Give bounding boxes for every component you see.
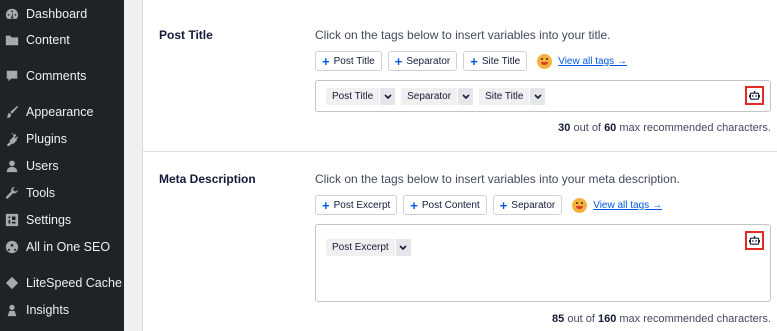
sidebar-item-label: All in One SEO — [26, 240, 111, 254]
chevron-down-icon[interactable] — [379, 88, 396, 105]
post-title-editor[interactable]: Post Title Separator Site Title — [315, 80, 771, 112]
counter-suffix: max recommended characters. — [619, 313, 771, 325]
comment-icon — [5, 69, 19, 83]
emoji-picker-icon[interactable] — [537, 53, 553, 69]
admin-sidebar: Dashboard Content Comments Appearance Pl… — [0, 0, 124, 331]
plus-icon: + — [470, 53, 478, 69]
section-divider — [143, 151, 777, 152]
meta-description-tag-row: + Post Excerpt + Post Content + Separato… — [315, 195, 662, 215]
insert-post-excerpt-tag-button[interactable]: + Post Excerpt — [315, 195, 398, 215]
post-title-char-counter: 30 out of 60 max recommended characters. — [558, 122, 771, 134]
tag-label: Post Title — [333, 55, 375, 67]
meta-description-instructions: Click on the tags below to insert variab… — [315, 172, 680, 186]
counter-out-of: out of — [573, 122, 601, 134]
sidebar-item-insights[interactable]: Insights — [0, 297, 124, 323]
counter-out-of: out of — [567, 313, 595, 325]
plus-icon: + — [322, 197, 330, 213]
tag-label: Separator — [406, 55, 451, 67]
tag-label: Post Content — [421, 199, 480, 211]
tag-label: Post Excerpt — [333, 199, 391, 211]
settings-icon — [5, 213, 19, 227]
view-all-tags-link[interactable]: View all tags → — [558, 56, 627, 67]
sidebar-item-label: Dashboard — [26, 7, 88, 21]
post-title-tag-row: + Post Title + Separator + Site Title Vi… — [315, 51, 627, 71]
chevron-down-icon[interactable] — [457, 88, 474, 105]
sidebar-item-comments[interactable]: Comments — [0, 63, 124, 89]
insert-site-title-tag-button[interactable]: + Site Title — [463, 51, 528, 71]
sidebar-item-tools[interactable]: Tools — [0, 180, 124, 206]
seo-settings-panel: Post Title Click on the tags below to in… — [142, 0, 777, 331]
diamond-icon — [5, 276, 19, 290]
sidebar-item-content[interactable]: Content — [0, 27, 124, 53]
char-count: 30 — [558, 122, 571, 134]
insert-separator-tag-button[interactable]: + Separator — [492, 195, 563, 215]
chip-label: Post Title — [332, 91, 374, 102]
sidebar-item-label: Plugins — [26, 132, 67, 146]
sidebar-item-users[interactable]: Users — [0, 153, 124, 179]
ai-generator-button[interactable] — [745, 86, 764, 105]
plus-icon: + — [410, 197, 418, 213]
sidebar-item-plugins[interactable]: Plugins — [0, 126, 124, 152]
sidebar-item-label: Appearance — [26, 105, 94, 119]
ai-generator-button[interactable] — [745, 231, 764, 250]
sidebar-item-label: Insights — [26, 303, 70, 317]
sidebar-item-label: Content — [26, 33, 70, 47]
brush-icon — [5, 105, 19, 119]
meta-description-char-counter: 85 out of 160 max recommended characters… — [552, 313, 771, 325]
chip-label: Site Title — [485, 91, 524, 102]
chevron-down-icon[interactable] — [529, 88, 546, 105]
robot-icon — [749, 90, 760, 100]
sidebar-item-litespeed-cache[interactable]: LiteSpeed Cache — [0, 270, 124, 296]
emoji-picker-icon[interactable] — [572, 197, 588, 213]
char-count: 85 — [552, 313, 565, 325]
chevron-down-icon[interactable] — [394, 239, 411, 256]
meta-description-editor[interactable]: Post Excerpt — [315, 224, 771, 302]
insert-post-content-tag-button[interactable]: + Post Content — [403, 195, 487, 215]
post-title-label: Post Title — [159, 28, 213, 42]
sidebar-item-label: LiteSpeed Cache — [26, 276, 122, 290]
sidebar-item-settings[interactable]: Settings — [0, 207, 124, 233]
main-content: Post Title Click on the tags below to in… — [124, 0, 777, 331]
post-title-instructions: Click on the tags below to insert variab… — [315, 28, 611, 42]
meta-description-chips: Post Excerpt — [326, 239, 417, 256]
sidebar-item-label: Settings — [26, 213, 72, 227]
meta-description-label: Meta Description — [159, 172, 256, 186]
insights-icon — [5, 303, 19, 317]
plugin-icon — [5, 132, 19, 146]
counter-suffix: max recommended characters. — [619, 122, 771, 134]
user-icon — [5, 159, 19, 173]
separator-chip[interactable]: Separator — [401, 88, 474, 105]
tag-label: Separator — [511, 199, 556, 211]
sidebar-item-all-in-one-seo[interactable]: All in One SEO — [0, 234, 124, 260]
chip-label: Post Excerpt — [332, 242, 389, 253]
sidebar-item-appearance[interactable]: Appearance — [0, 99, 124, 125]
robot-icon — [749, 235, 760, 245]
seo-icon — [5, 240, 19, 254]
chip-label: Separator — [407, 91, 452, 102]
view-all-tags-link[interactable]: View all tags → — [593, 200, 662, 211]
post-title-chip[interactable]: Post Title — [326, 88, 396, 105]
insert-post-title-tag-button[interactable]: + Post Title — [315, 51, 382, 71]
char-max: 60 — [604, 122, 617, 134]
sidebar-item-label: Comments — [26, 69, 87, 83]
wrench-icon — [5, 186, 19, 200]
plus-icon: + — [322, 53, 330, 69]
sidebar-item-dashboard[interactable]: Dashboard — [0, 1, 124, 27]
post-excerpt-chip[interactable]: Post Excerpt — [326, 239, 411, 256]
post-title-chips: Post Title Separator Site Title — [326, 88, 551, 105]
plus-icon: + — [394, 53, 403, 69]
insert-separator-tag-button[interactable]: + Separator — [387, 51, 458, 71]
dashboard-icon — [5, 7, 19, 21]
site-title-chip[interactable]: Site Title — [479, 88, 546, 105]
plus-icon: + — [499, 197, 508, 213]
char-max: 160 — [597, 313, 617, 325]
tag-label: Site Title — [481, 55, 521, 67]
sidebar-item-label: Tools — [26, 186, 56, 200]
folder-icon — [5, 33, 19, 47]
sidebar-item-label: Users — [26, 159, 59, 173]
